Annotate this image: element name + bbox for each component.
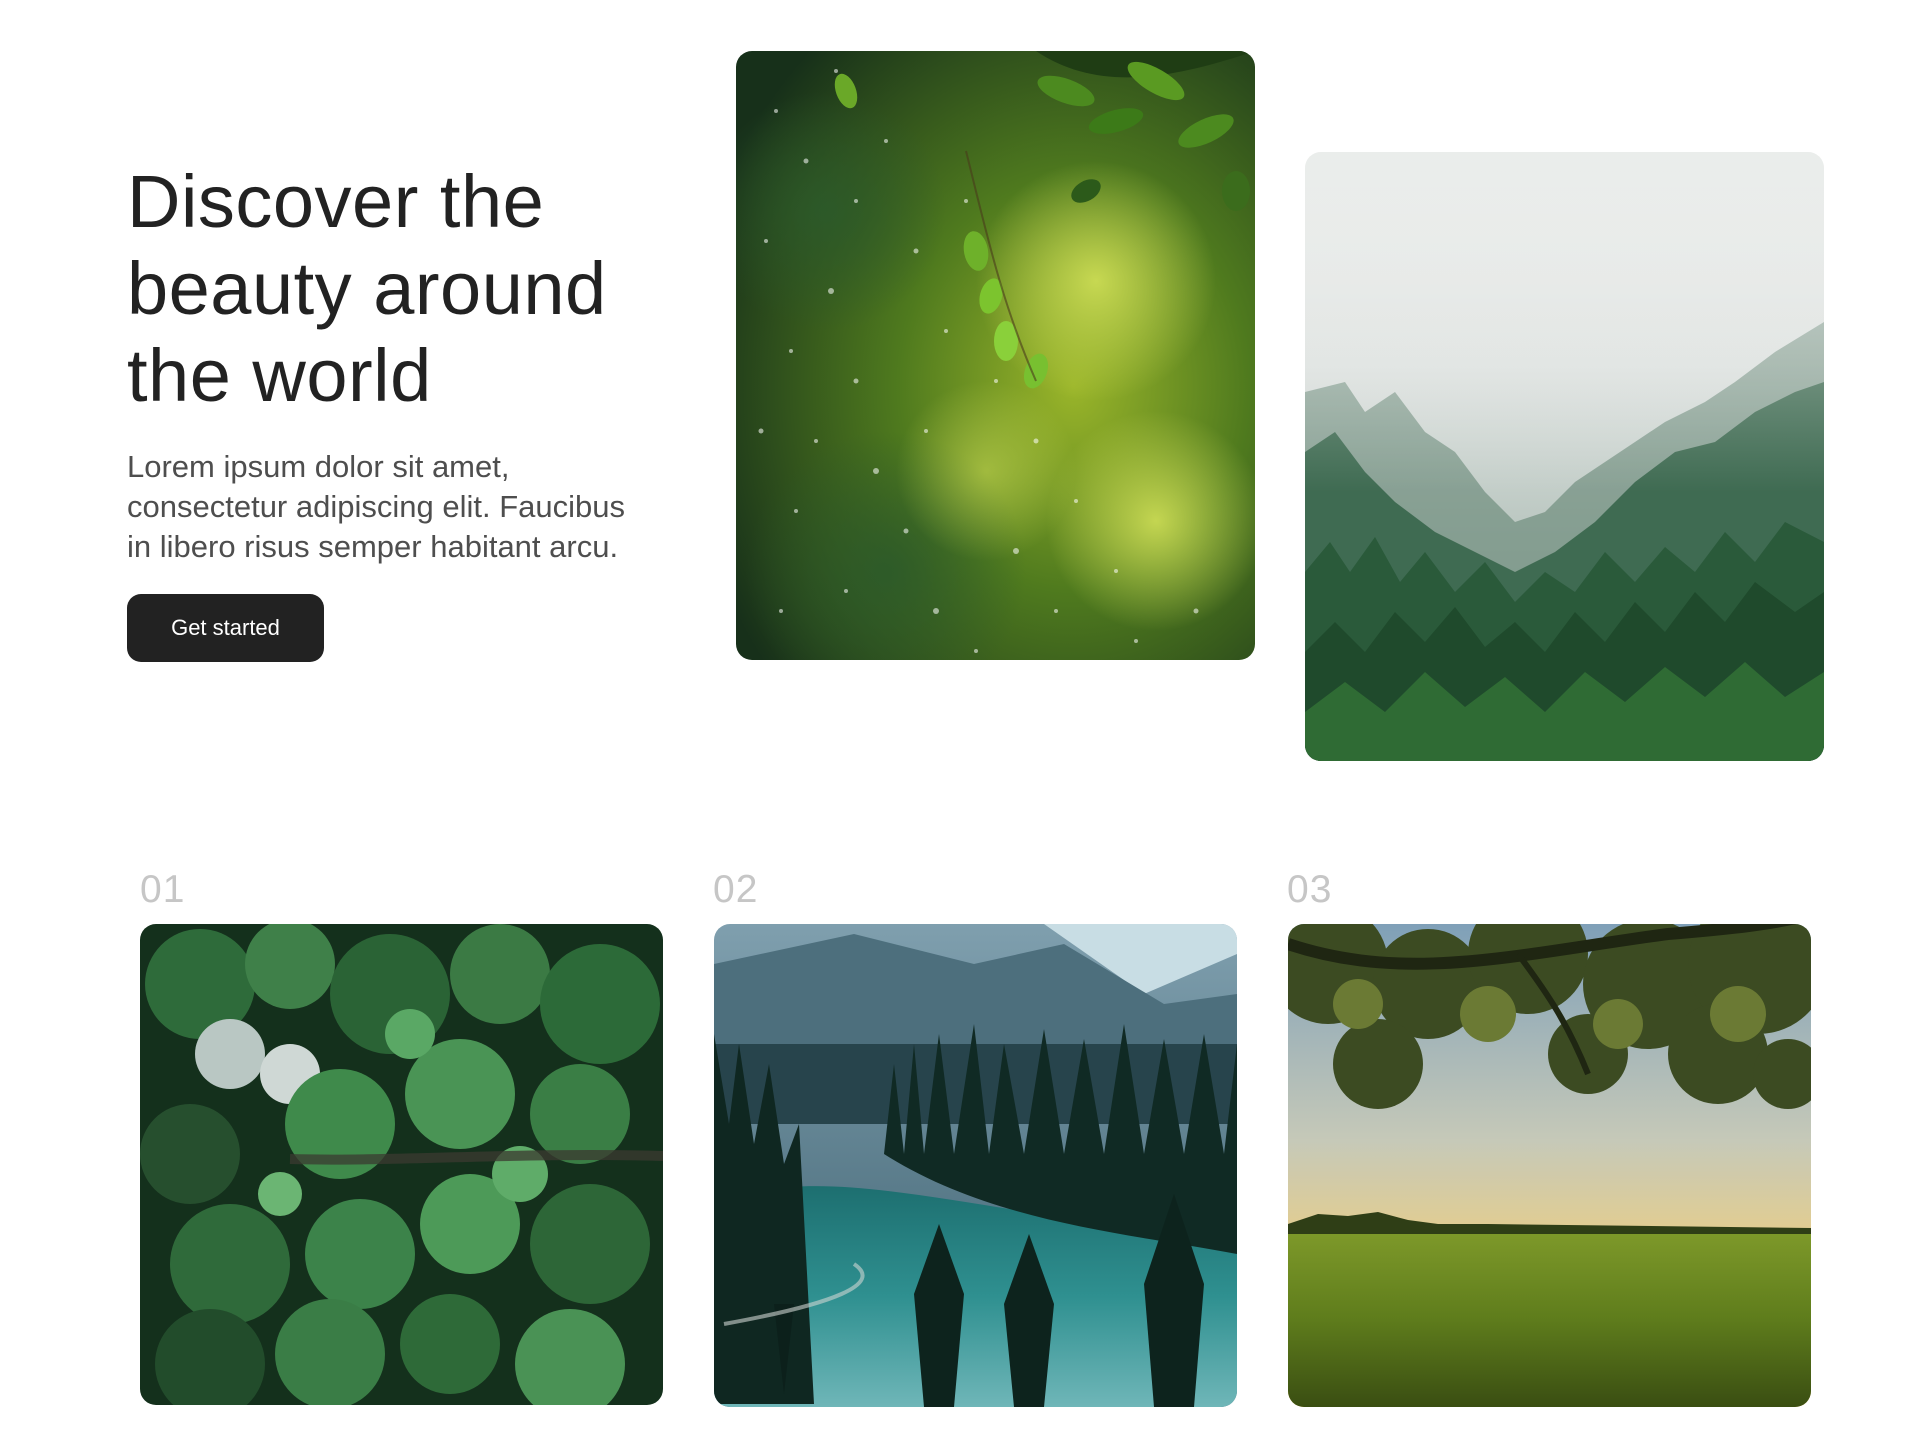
hero-description-line: Lorem ipsum dolor sit amet, <box>127 449 510 484</box>
hero-title-line: beauty around <box>127 247 607 330</box>
gallery-number: 02 <box>713 868 759 911</box>
landing-page: Discover the beauty around the world Lor… <box>0 0 1920 1440</box>
hero-description-line: in libero risus semper habitant arcu. <box>127 529 619 564</box>
gallery-photo-sunset-field[interactable] <box>1288 924 1811 1407</box>
hero-title-line: the world <box>127 334 432 417</box>
gallery-number: 01 <box>140 868 186 911</box>
gallery-photo-mountain-lake[interactable] <box>714 924 1237 1407</box>
hero-title: Discover the beauty around the world <box>127 158 687 419</box>
hero-section: Discover the beauty around the world Lor… <box>127 158 687 567</box>
hero-title-line: Discover the <box>127 160 545 243</box>
hero-description-line: consectetur adipiscing elit. Faucibus <box>127 489 625 524</box>
get-started-button[interactable]: Get started <box>127 594 324 662</box>
hero-photo-misty-forest <box>1305 152 1824 761</box>
hero-description: Lorem ipsum dolor sit amet, consectetur … <box>127 447 687 567</box>
gallery-number: 03 <box>1287 868 1333 911</box>
hero-photo-rain-leaves <box>736 51 1255 660</box>
gallery-photo-aerial-forest[interactable] <box>140 924 663 1405</box>
